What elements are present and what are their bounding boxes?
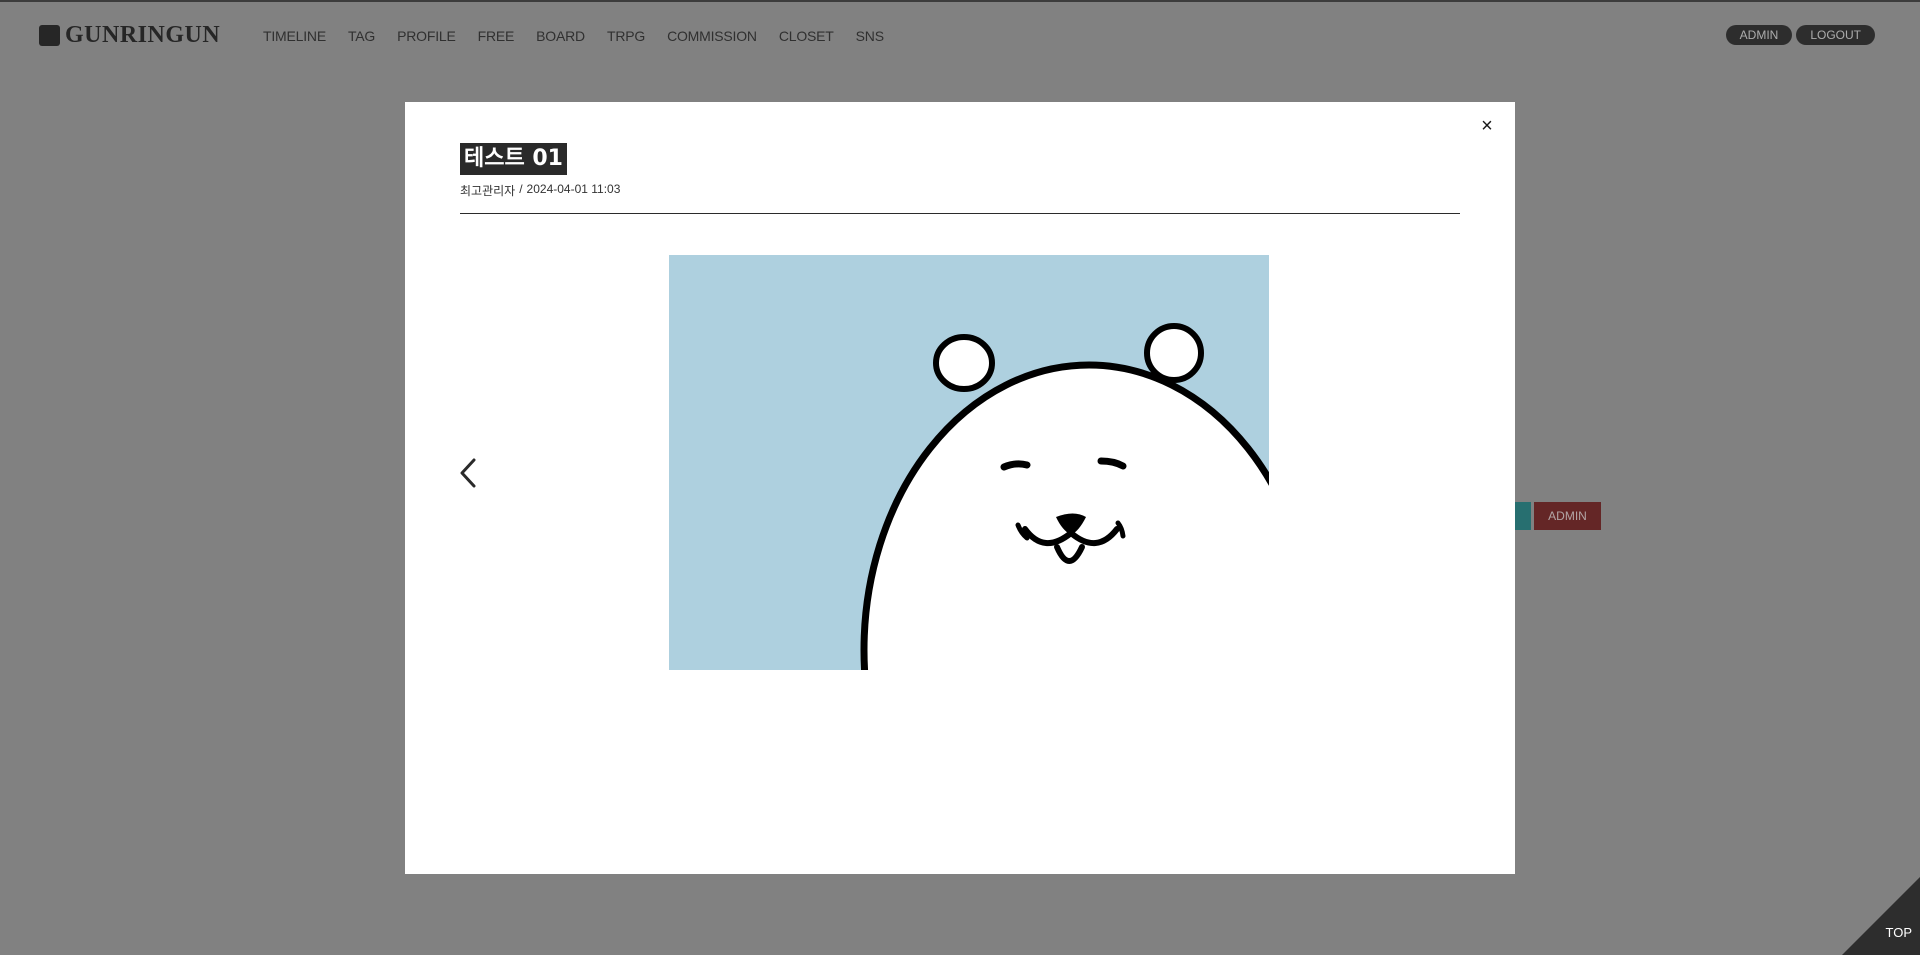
title-divider bbox=[460, 213, 1460, 214]
post-datetime: 2024-04-01 11:03 bbox=[526, 182, 621, 196]
close-button[interactable]: × bbox=[1475, 114, 1499, 138]
chevron-left-icon[interactable] bbox=[454, 456, 484, 490]
post-meta: 최고관리자 / 2024-04-01 11:03 bbox=[460, 182, 620, 199]
post-modal: × 테스트 01 최고관리자 / 2024-04-01 11:03 bbox=[405, 102, 1515, 874]
corner-triangle bbox=[1842, 877, 1920, 955]
bear-illustration bbox=[669, 255, 1269, 670]
top-label: TOP bbox=[1885, 925, 1913, 940]
post-image bbox=[669, 255, 1269, 670]
scroll-top-button[interactable]: TOP bbox=[1842, 877, 1920, 955]
post-author: 최고관리자 bbox=[460, 184, 516, 198]
post-title: 테스트 01 bbox=[460, 143, 567, 175]
meta-separator: / bbox=[519, 182, 523, 196]
